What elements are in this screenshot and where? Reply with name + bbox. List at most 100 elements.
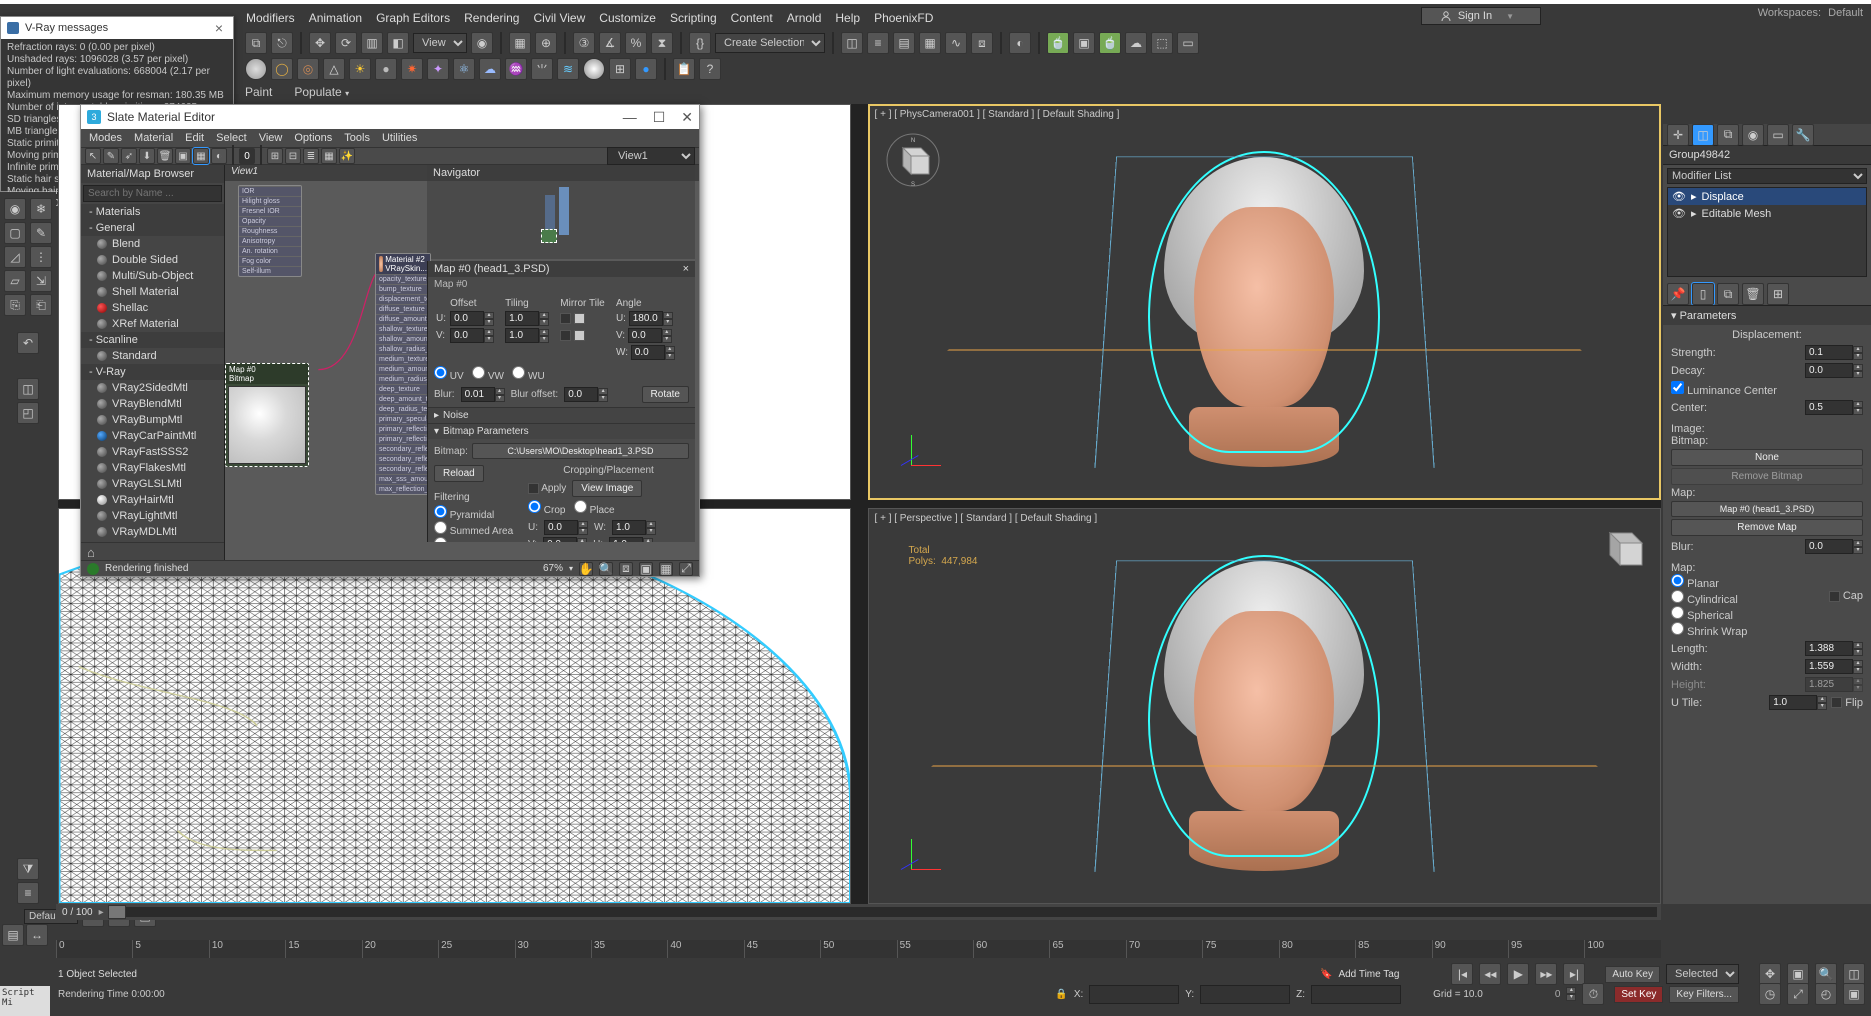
lr-box-icon[interactable]: ▢ (4, 222, 26, 244)
mat-vrayfastsss2[interactable]: VRayFastSSS2 (81, 444, 224, 460)
play-prev-icon[interactable]: ◂◂ (1479, 963, 1501, 985)
menu-content[interactable]: Content (731, 11, 773, 25)
obj-hair-icon[interactable]: ⺌ (531, 58, 553, 80)
navigator-pane[interactable] (427, 181, 695, 259)
cat-materials[interactable]: - Materials (81, 204, 224, 220)
wu-radio[interactable]: WU (512, 371, 544, 382)
w-angle-spinner[interactable]: ▴▾ (631, 345, 675, 360)
tb-scale-icon[interactable]: ▥ (361, 32, 383, 54)
lr-settings-icon[interactable]: ≡ (17, 882, 39, 904)
slate-menu-options[interactable]: Options (294, 132, 332, 144)
lr-funnel-icon[interactable]: ⧩ (17, 858, 39, 880)
menu-rendering[interactable]: Rendering (464, 11, 519, 25)
crop-radio[interactable]: Crop (528, 505, 565, 516)
tb-rfw-icon[interactable]: ▣ (1073, 32, 1095, 54)
tag-icon[interactable]: 🔖 (1320, 969, 1332, 980)
set-key-button[interactable]: Set Key (1614, 986, 1663, 1003)
mat-standard[interactable]: Standard (81, 348, 224, 364)
crop-w-spinner[interactable]: ▴▾ (612, 520, 656, 535)
bluroffset-spinner[interactable]: ▴▾ (564, 387, 608, 402)
stack-item-editable-mesh[interactable]: 👁 ▸ Editable Mesh (1668, 205, 1866, 222)
node-bitmap[interactable]: Map #0Bitmap (225, 363, 309, 467)
slate-tb-dropper-icon[interactable]: ➶ (121, 148, 137, 164)
mat-vrayglsl[interactable]: VRayGLSLMtl (81, 476, 224, 492)
viewport-label-tr[interactable]: [ + ] [ PhysCamera001 ] [ Standard ] [ D… (875, 109, 1120, 120)
lr-link-icon[interactable]: ⇲ (30, 270, 52, 292)
mat-vray2sided[interactable]: VRay2SidedMtl (81, 380, 224, 396)
viewport-top-right[interactable]: [ + ] [ PhysCamera001 ] [ Standard ] [ D… (868, 104, 1661, 500)
key-filters-button[interactable]: Key Filters... (1669, 986, 1739, 1003)
map-planar-radio[interactable]: Planar (1671, 574, 1863, 590)
tab-create-icon[interactable]: ✛ (1667, 124, 1689, 146)
obj-ring-icon[interactable]: ◎ (297, 58, 319, 80)
tb-center-icon[interactable]: ◉ (471, 32, 493, 54)
zoom-ext-icon[interactable]: ⤢ (679, 562, 693, 576)
mat-vrayblend[interactable]: VRayBlendMtl (81, 396, 224, 412)
configure-icon[interactable]: ⊞ (1767, 283, 1789, 305)
make-unique-icon[interactable]: ⧉ (1717, 283, 1739, 305)
workspaces-selector[interactable]: Workspaces: Default (1758, 7, 1863, 19)
nav-zoom-icon[interactable]: 🔍 (1815, 963, 1837, 985)
mat-blend[interactable]: Blend (81, 236, 224, 252)
slate-menu-material[interactable]: Material (134, 132, 173, 144)
u-angle-spinner[interactable]: ▴▾ (629, 311, 673, 326)
slate-menu-edit[interactable]: Edit (185, 132, 204, 144)
obj-help-icon[interactable]: ? (699, 58, 721, 80)
lr-paste-icon[interactable]: ⎗ (30, 294, 52, 316)
obj-grass-icon[interactable]: ♒ (505, 58, 527, 80)
slate-view-select[interactable]: View1 (607, 147, 695, 165)
params-rollout-header[interactable]: ▾ Parameters (1663, 305, 1871, 325)
nav-orbit-icon[interactable]: ◷ (1759, 983, 1781, 1005)
obj-ball-icon[interactable] (583, 58, 605, 80)
lr-note-icon[interactable]: ◫ (17, 378, 39, 400)
tb-material-editor-icon[interactable]: ◐ (1009, 32, 1031, 54)
apply-check[interactable]: Apply (528, 483, 566, 494)
slate-tb-delete-icon[interactable]: 🗑 (157, 148, 173, 164)
slate-menu-view[interactable]: View (259, 132, 283, 144)
lock-icon[interactable]: 🔒 (1055, 989, 1067, 1000)
decay-spinner[interactable]: ▴▾ (1805, 363, 1863, 378)
remove-bitmap-button[interactable]: Remove Bitmap (1671, 468, 1863, 485)
lum-center-check[interactable]: Luminance Center (1671, 381, 1777, 397)
tb-render-region-icon[interactable]: ⬚ (1151, 32, 1173, 54)
tab-utilities-icon[interactable]: 🔧 (1792, 124, 1814, 146)
zoom-value[interactable]: 67% (543, 563, 563, 574)
ref-coord-select[interactable]: View (413, 33, 467, 53)
filter-pyramidal-radio[interactable]: Pyramidal (434, 505, 520, 521)
cat-scanline[interactable]: - Scanline (81, 332, 224, 348)
y-coord-input[interactable] (1200, 985, 1290, 1004)
nav-max-icon[interactable]: ▣ (1843, 983, 1865, 1005)
time-expand-icon[interactable]: ↔ (26, 924, 48, 946)
tb-angle-snap-icon[interactable]: ∡ (599, 32, 621, 54)
map-sph-radio[interactable]: Spherical (1671, 606, 1863, 622)
eye-icon[interactable]: 👁 (1672, 190, 1686, 203)
library-icon[interactable]: ⌂ (87, 545, 95, 560)
slate-tb-pencil-icon[interactable]: ✎ (103, 148, 119, 164)
slate-tb-zero-icon[interactable]: 0 (239, 148, 255, 164)
rotate-button[interactable]: Rotate (642, 386, 689, 403)
obj-clipboard-icon[interactable]: 📋 (673, 58, 695, 80)
sign-in-button[interactable]: Sign In ▼ (1421, 7, 1541, 25)
nav-dolly-icon[interactable]: ⤢ (1787, 983, 1809, 1005)
height-spinner[interactable]: ▴▾ (1805, 677, 1863, 692)
remove-mod-icon[interactable]: 🗑 (1742, 283, 1764, 305)
menu-customize[interactable]: Customize (599, 11, 656, 25)
v-mirror-check[interactable] (560, 330, 571, 341)
v-angle-spinner[interactable]: ▴▾ (628, 328, 672, 343)
mat-shell[interactable]: Shell Material (81, 284, 224, 300)
menu-animation[interactable]: Animation (309, 11, 362, 25)
close-icon[interactable]: ✕ (681, 109, 693, 126)
mat-vraymdl[interactable]: VRayMDLMtl (81, 524, 224, 540)
lr-vertex-icon[interactable]: ⋮ (30, 246, 52, 268)
vw-radio[interactable]: VW (472, 371, 504, 382)
trackbar[interactable]: 0 / 100 ▸ (56, 904, 1661, 920)
zoom-in-icon[interactable]: 🔍 (599, 562, 613, 576)
blur-spinner[interactable]: ▴▾ (461, 387, 505, 402)
mat-xref[interactable]: XRef Material (81, 316, 224, 332)
bitmap-none-button[interactable]: None (1671, 449, 1863, 466)
flip-check[interactable]: Flip (1831, 697, 1863, 709)
tb-render-cloud-icon[interactable]: ☁ (1125, 32, 1147, 54)
tb-placement-icon[interactable]: ◧ (387, 32, 409, 54)
u-tiling-spinner[interactable]: ▴▾ (505, 311, 549, 326)
close-param-icon[interactable]: × (683, 263, 689, 275)
